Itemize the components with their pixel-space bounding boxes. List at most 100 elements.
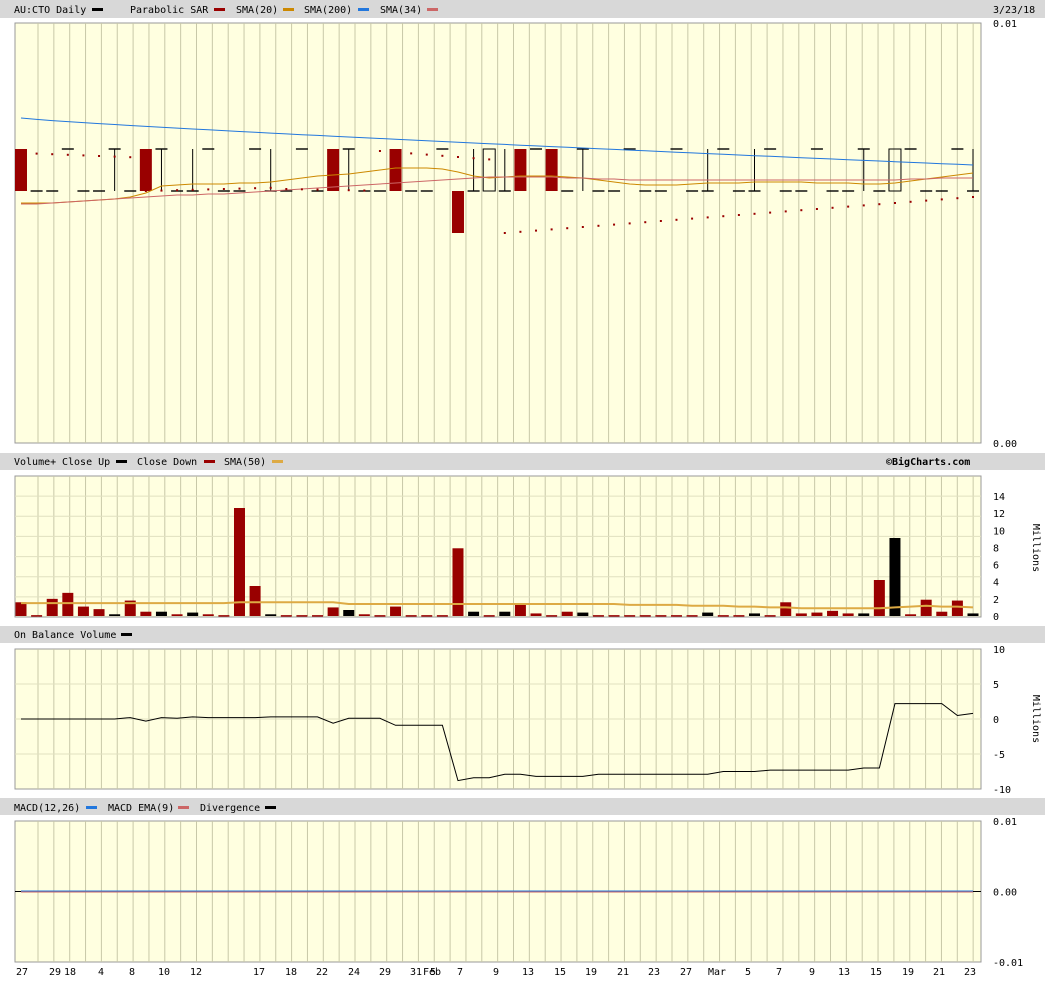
legend-sma20-swatch bbox=[283, 8, 294, 11]
sar-dot bbox=[378, 150, 381, 152]
volume-bar bbox=[655, 615, 667, 617]
x-tick-label: 13 bbox=[838, 967, 850, 978]
sar-dot bbox=[66, 153, 69, 156]
x-tick-label: 7 bbox=[457, 967, 463, 978]
sar-dot bbox=[332, 188, 335, 191]
sar-dot bbox=[35, 152, 38, 155]
legend-sma34: SMA(34) bbox=[380, 5, 422, 16]
legend-macd-ema: MACD EMA(9) bbox=[108, 803, 174, 814]
volume-bar bbox=[296, 615, 308, 617]
volume-tick-label: 6 bbox=[993, 561, 999, 572]
volume-tick-label: 10 bbox=[993, 526, 1005, 537]
legend-close-down: Close Down bbox=[137, 457, 197, 468]
sar-dot bbox=[222, 188, 225, 190]
sar-dot bbox=[316, 188, 319, 191]
sar-dot bbox=[176, 189, 179, 192]
volume-bar bbox=[233, 508, 245, 616]
price-title: AU:CTO Daily bbox=[14, 5, 86, 16]
sar-dot bbox=[410, 152, 413, 155]
x-tick-label: 27 bbox=[680, 967, 692, 978]
sar-dot bbox=[254, 187, 257, 190]
x-tick-label: 24 bbox=[348, 967, 360, 978]
obv-header bbox=[0, 626, 1045, 643]
obv-title: On Balance Volume bbox=[14, 630, 116, 641]
legend-divergence: Divergence bbox=[200, 803, 260, 814]
volume-bar bbox=[187, 612, 199, 616]
volume-bar bbox=[109, 614, 121, 616]
x-tick-label: 19 bbox=[902, 967, 914, 978]
sar-dot bbox=[550, 228, 553, 231]
volume-bar bbox=[842, 613, 854, 616]
volume-bar bbox=[436, 615, 448, 617]
sar-dot bbox=[815, 208, 818, 210]
legend-sar: Parabolic SAR bbox=[130, 5, 209, 16]
volume-bar bbox=[155, 611, 167, 616]
volume-bar bbox=[171, 614, 183, 616]
obv-tick-label: -5 bbox=[993, 750, 1005, 761]
sar-dot bbox=[129, 156, 132, 159]
volume-bar bbox=[577, 612, 589, 616]
volume-bar bbox=[530, 613, 542, 616]
sar-dot bbox=[207, 188, 210, 191]
price-candle-down bbox=[15, 149, 27, 191]
volume-bar bbox=[358, 614, 370, 616]
x-tick-label: 15 bbox=[554, 967, 566, 978]
volume-bar bbox=[514, 604, 526, 616]
legend-close-up-swatch bbox=[116, 460, 127, 463]
x-tick-label: 15 bbox=[870, 967, 882, 978]
sar-dot bbox=[425, 153, 428, 156]
x-tick-label: Mar bbox=[708, 967, 726, 978]
sar-dot bbox=[566, 227, 569, 230]
price-candle-down bbox=[327, 149, 340, 191]
x-tick-label: 27 bbox=[16, 967, 28, 978]
volume-bar bbox=[327, 607, 339, 616]
sar-dot bbox=[659, 220, 662, 222]
stock-chart: AU:CTO Daily Parabolic SAR SMA(20) SMA(2… bbox=[0, 0, 1045, 978]
volume-bar bbox=[749, 613, 761, 616]
volume-bar bbox=[717, 615, 729, 617]
x-tick-label: 29 bbox=[379, 967, 391, 978]
volume-tick-label: 12 bbox=[993, 509, 1005, 520]
x-tick-label: 17 bbox=[253, 967, 265, 978]
volume-bar bbox=[280, 615, 292, 617]
volume-tick-label: 0 bbox=[993, 612, 999, 623]
volume-bar bbox=[967, 613, 979, 616]
volume-bar bbox=[202, 614, 214, 616]
volume-bar bbox=[592, 615, 604, 617]
sar-dot bbox=[191, 188, 194, 191]
sar-dot bbox=[394, 151, 397, 154]
volume-tick-label: 2 bbox=[993, 595, 999, 606]
sar-dot bbox=[144, 190, 147, 192]
sar-dot bbox=[956, 197, 959, 200]
legend-sar-swatch bbox=[214, 8, 225, 11]
volume-bar bbox=[546, 615, 558, 617]
volume-bar bbox=[795, 613, 807, 616]
macd-tick-label: -0.01 bbox=[993, 958, 1023, 969]
volume-bar bbox=[951, 600, 963, 616]
x-tick-label: 9 bbox=[493, 967, 499, 978]
price-candle-down bbox=[451, 191, 464, 233]
obv-legend-swatch bbox=[121, 633, 132, 636]
volume-bar bbox=[452, 548, 464, 616]
obv-tick-label: 5 bbox=[993, 680, 999, 691]
sar-dot bbox=[363, 189, 366, 192]
volume-bar bbox=[702, 612, 714, 616]
volume-bar bbox=[218, 615, 230, 617]
sar-dot bbox=[862, 204, 865, 207]
x-tick-label: 23 bbox=[964, 967, 976, 978]
volume-bar bbox=[312, 615, 324, 617]
sar-dot bbox=[581, 226, 584, 228]
volume-tick-label: 14 bbox=[993, 492, 1005, 503]
sar-dot bbox=[613, 223, 616, 226]
sar-dot bbox=[831, 206, 834, 209]
x-tick-label: 5 bbox=[745, 967, 751, 978]
sar-dot bbox=[51, 153, 54, 156]
volume-bar bbox=[62, 592, 74, 616]
volume-bar bbox=[780, 602, 792, 616]
sar-dot bbox=[769, 211, 772, 214]
sar-dot bbox=[628, 222, 631, 225]
volume-bar bbox=[390, 606, 402, 616]
legend-sma34-swatch bbox=[427, 8, 438, 11]
volume-bar bbox=[873, 580, 885, 616]
sar-dot bbox=[722, 215, 725, 218]
